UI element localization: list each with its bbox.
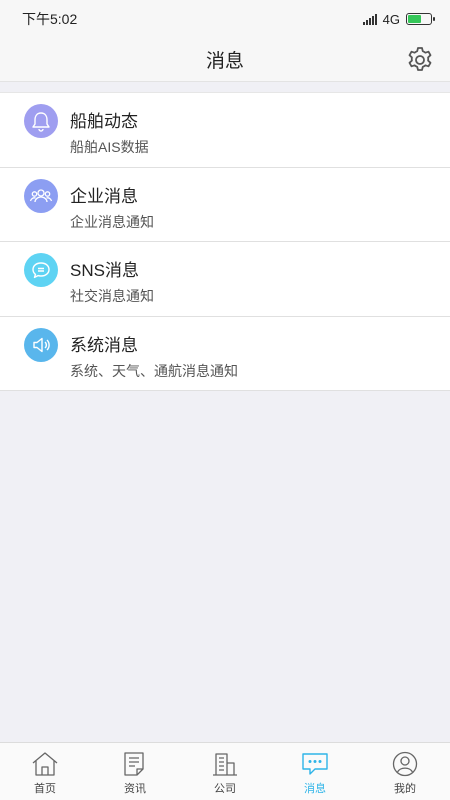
- status-bar: 下午5:02 4G: [0, 0, 450, 38]
- tab-label: 公司: [214, 783, 236, 795]
- message-icon: [302, 753, 328, 775]
- tab-news[interactable]: 资讯: [90, 743, 180, 800]
- message-category-enterprise[interactable]: 企业消息 企业消息通知: [0, 168, 450, 242]
- group-icon: [24, 178, 58, 213]
- message-category-title: 企业消息: [70, 186, 138, 206]
- news-icon: [124, 752, 144, 776]
- message-category-sns[interactable]: SNS消息 社交消息通知: [0, 242, 450, 317]
- bottom-tab-bar: 首页 资讯 公司 消息 我的: [0, 742, 450, 800]
- tab-label: 消息: [304, 783, 326, 795]
- network-label: 4G: [382, 11, 400, 27]
- page-title: 消息: [205, 51, 244, 72]
- tab-label: 首页: [34, 783, 56, 795]
- speaker-icon: [24, 327, 58, 362]
- nav-bar: 消息: [0, 38, 450, 82]
- tab-messages[interactable]: 消息: [270, 743, 360, 800]
- message-category-list: 船舶动态 船舶AIS数据 企业消息 企业消息通知 SNS消息 社交消息通知 系统…: [0, 92, 450, 391]
- company-icon: [213, 753, 237, 776]
- signal-icon: [362, 13, 377, 25]
- status-time: 下午5:02: [22, 11, 78, 27]
- home-icon: [32, 752, 58, 776]
- chat-bubble-icon: [24, 253, 58, 287]
- message-category-title: SNS消息: [70, 261, 139, 280]
- profile-icon: [392, 751, 418, 777]
- message-category-system[interactable]: 系统消息 系统、天气、通航消息通知: [0, 317, 450, 391]
- tab-home[interactable]: 首页: [0, 743, 90, 800]
- message-category-title: 系统消息: [70, 335, 138, 355]
- settings-button[interactable]: [402, 42, 438, 78]
- message-category-ship-dynamics[interactable]: 船舶动态 船舶AIS数据: [0, 93, 450, 168]
- message-category-subtitle: 船舶AIS数据: [70, 139, 149, 155]
- status-indicators: 4G: [362, 11, 435, 27]
- message-category-subtitle: 社交消息通知: [70, 288, 154, 304]
- message-category-subtitle: 系统、天气、通航消息通知: [70, 362, 238, 379]
- message-category-title: 船舶动态: [70, 112, 138, 131]
- gear-icon: [408, 47, 432, 71]
- tab-profile[interactable]: 我的: [360, 743, 450, 800]
- tab-company[interactable]: 公司: [180, 743, 270, 800]
- message-category-subtitle: 企业消息通知: [70, 213, 154, 230]
- bell-icon: [24, 104, 58, 138]
- tab-label: 资讯: [124, 783, 146, 795]
- battery-icon: [406, 13, 435, 25]
- tab-label: 我的: [394, 783, 416, 795]
